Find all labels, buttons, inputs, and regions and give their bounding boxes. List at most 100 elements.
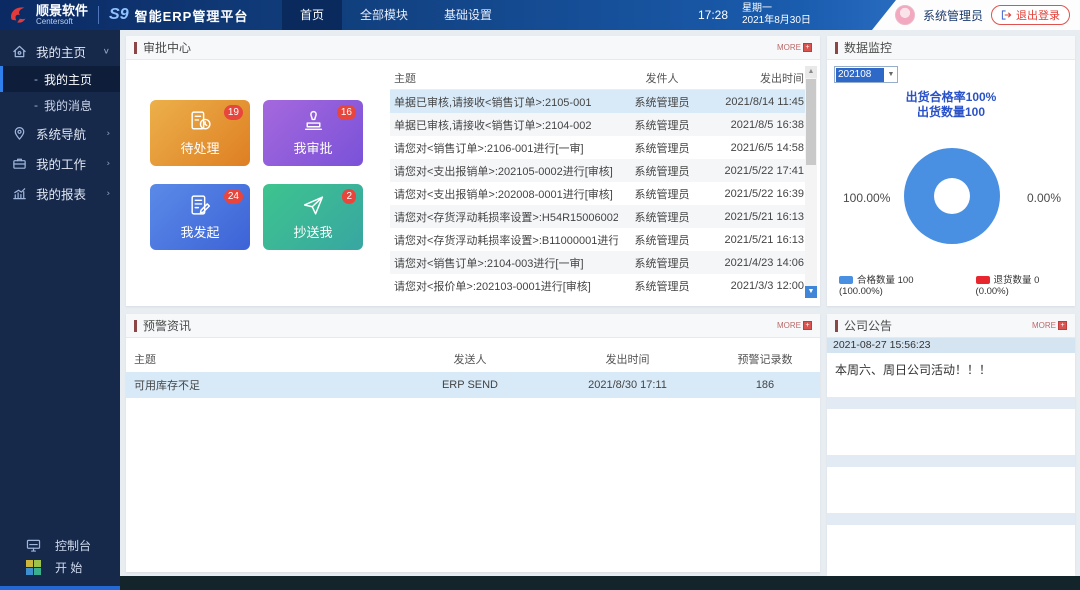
sidebar-item-my-work[interactable]: 我的工作 ›	[0, 148, 120, 178]
cell-sender: 系统管理员	[618, 186, 706, 202]
tile-my-approvals[interactable]: 16 我审批	[263, 100, 363, 166]
cell-subject: 单据已审核,请接收<销售订单>:2104-002	[390, 117, 618, 133]
notice-more-button[interactable]: MORE +	[1032, 321, 1067, 330]
cell-subject: 请您对<支出报销单>:202008-0001进行[审核]	[390, 186, 618, 202]
cell-time: 2021/3/3 12:00	[706, 280, 806, 292]
clock-fulldate: 2021年8月30日	[742, 15, 811, 27]
sidebar-item-system-nav[interactable]: 系统导航 ›	[0, 118, 120, 148]
legend-swatch-red	[976, 276, 990, 284]
table-row[interactable]: 请您对<销售订单>:2106-001进行[一审] 系统管理员 2021/6/5 …	[390, 136, 806, 159]
sidebar-item-label: 我的报表	[28, 184, 107, 203]
logout-icon	[1001, 10, 1012, 20]
ship-qty-text: 出货数量100	[827, 103, 1075, 120]
alerts-more-button[interactable]: MORE +	[777, 321, 812, 330]
cell-sender: 系统管理员	[618, 278, 706, 294]
more-label: MORE	[1032, 321, 1056, 330]
avatar[interactable]	[895, 5, 915, 25]
tile-cc-to-me[interactable]: 2 抄送我	[263, 184, 363, 250]
notice-empty-slot-bar	[827, 513, 1075, 525]
cell-time: 2021/5/21 16:13	[706, 211, 806, 223]
cell-time: 2021/8/5 16:38	[706, 119, 806, 131]
tile-pending[interactable]: 19 待处理	[150, 100, 250, 166]
main-nav: 首页 全部模块 基础设置	[282, 0, 510, 30]
sidebar-subitem-my-messages[interactable]: 我的消息	[0, 92, 120, 118]
donut-left-label: 100.00%	[843, 191, 890, 205]
table-row[interactable]: 单据已审核,请接收<销售订单>:2105-001 系统管理员 2021/8/14…	[390, 90, 806, 113]
more-label: MORE	[777, 321, 801, 330]
approval-scrollbar[interactable]: ▲ ▼	[805, 66, 817, 298]
notice-empty-slot	[827, 525, 1075, 583]
start-button[interactable]: 开 始	[0, 556, 120, 578]
scrollbar-thumb[interactable]	[806, 79, 816, 165]
scroll-down-icon[interactable]: ▼	[805, 286, 817, 298]
logout-button[interactable]: 退出登录	[991, 5, 1070, 25]
more-icon: +	[1058, 321, 1067, 330]
panel-title-bar	[134, 42, 137, 54]
tile-initiated-by-me[interactable]: 24 我发起	[150, 184, 250, 250]
notice-item[interactable]: 2021-08-27 15:56:23 本周六、周日公司活动！！！	[827, 338, 1075, 397]
pending-count-badge: 19	[224, 105, 243, 120]
brand-logo: 顺景软件 Centersoft S9 智能ERP管理平台	[8, 0, 248, 30]
doc-edit-icon	[188, 193, 213, 218]
cell-time: 2021/5/22 17:41	[706, 165, 806, 177]
period-select[interactable]: 202108 ▼	[834, 66, 898, 83]
panel-title-bar	[835, 42, 838, 54]
legend-swatch-blue	[839, 276, 853, 284]
cell-subject: 请您对<销售订单>:2104-003进行[一审]	[390, 255, 618, 271]
cell-subject: 可用库存不足	[126, 377, 395, 393]
tile-label: 我发起	[180, 222, 219, 241]
notice-empty-slot	[827, 467, 1075, 513]
clock-date: 星期一 2021年8月30日	[742, 3, 811, 27]
notice-empty-slot-bar	[827, 455, 1075, 467]
cell-sender: 系统管理员	[618, 140, 706, 156]
table-row[interactable]: 请您对<销售订单>:2104-003进行[一审] 系统管理员 2021/4/23…	[390, 251, 806, 274]
table-row[interactable]: 可用库存不足 ERP SEND 2021/8/30 17:11 186	[126, 372, 820, 398]
cell-sender: 系统管理员	[618, 255, 706, 271]
col-subject: 主题	[390, 70, 618, 86]
home-icon	[10, 44, 28, 59]
sidebar-item-my-reports[interactable]: 我的报表 ›	[0, 178, 120, 208]
alerts-panel: 预警资讯 MORE + 主题 发送人 发出时间 预警记录数 可用库存不足 ERP…	[126, 314, 820, 572]
cc-count-badge: 2	[342, 189, 356, 204]
notice-empty-slot-bar	[827, 397, 1075, 409]
console-button[interactable]: 控制台	[0, 534, 120, 556]
scroll-up-icon[interactable]: ▲	[805, 66, 817, 78]
approval-panel-title: 审批中心	[143, 39, 777, 56]
sidebar-subitem-my-home[interactable]: 我的主页	[0, 66, 120, 92]
monitor-icon	[26, 539, 41, 552]
username: 系统管理员	[923, 7, 983, 24]
approval-tiles: 19 待处理 16 我审批 24 我发起 2	[150, 100, 366, 250]
chevron-right-icon: ›	[107, 129, 110, 138]
chevron-right-icon: ›	[107, 189, 110, 198]
legend-item-pass: 合格数量 100 (100.00%)	[839, 272, 960, 297]
stamp-icon	[301, 109, 326, 134]
table-row[interactable]: 请您对<支出报销单>:202105-0002进行[审核] 系统管理员 2021/…	[390, 159, 806, 182]
cell-time: 2021/5/22 16:39	[706, 188, 806, 200]
s9-logo: S9	[109, 6, 129, 24]
table-row[interactable]: 请您对<存货浮动耗损率设置>:B11000001进行[审核] 系统管理员 202…	[390, 228, 806, 251]
table-row[interactable]: 单据已审核,请接收<销售订单>:2104-002 系统管理员 2021/8/5 …	[390, 113, 806, 136]
alerts-table-header: 主题 发送人 发出时间 预警记录数	[126, 346, 820, 372]
user-area: 系统管理员 退出登录	[872, 0, 1080, 30]
alerts-panel-header: 预警资讯 MORE +	[126, 314, 820, 338]
my-approvals-count-badge: 16	[337, 105, 356, 120]
brand-name-en: Centersoft	[36, 17, 88, 26]
data-monitor-panel: 数据监控 202108 ▼ 出货合格率100% 出货数量100 100.00% …	[827, 36, 1075, 306]
chevron-down-icon: ∨	[103, 47, 110, 56]
tab-basic-settings[interactable]: 基础设置	[426, 0, 510, 30]
tab-all-modules[interactable]: 全部模块	[342, 0, 426, 30]
col-senttime: 发出时间	[706, 70, 806, 86]
table-row[interactable]: 请您对<报价单>:202103-0001进行[审核] 系统管理员 2021/3/…	[390, 274, 806, 297]
table-row[interactable]: 请您对<支出报销单>:202008-0001进行[审核] 系统管理员 2021/…	[390, 182, 806, 205]
panel-title-bar	[134, 320, 137, 332]
doc-clock-icon	[188, 109, 213, 134]
brand-divider	[98, 6, 99, 24]
alerts-panel-title: 预警资讯	[143, 317, 777, 334]
approval-more-button[interactable]: MORE +	[777, 43, 812, 52]
legend-item-return: 退货数量 0 (0.00%)	[976, 272, 1075, 297]
tab-home[interactable]: 首页	[282, 0, 342, 30]
cell-sender: 系统管理员	[618, 117, 706, 133]
sidebar-item-my-home[interactable]: 我的主页 ∨	[0, 36, 120, 66]
approval-center-panel: 审批中心 MORE + 19 待处理 16 我审批 24	[126, 36, 820, 306]
table-row[interactable]: 请您对<存货浮动耗损率设置>:H54R15006002进行[审核] 系统管理员 …	[390, 205, 806, 228]
